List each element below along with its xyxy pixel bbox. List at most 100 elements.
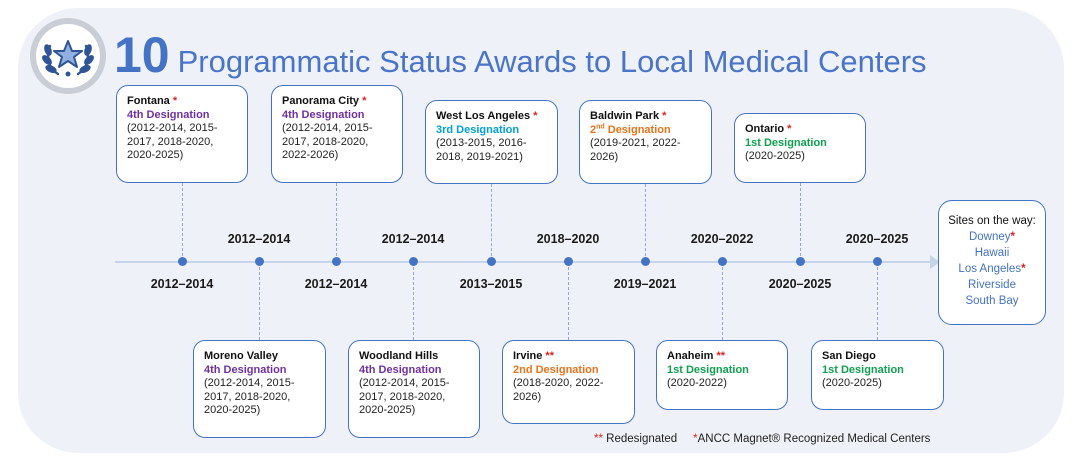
connector-line: [259, 262, 260, 340]
card-designation: 4th Designation: [204, 363, 287, 376]
connector-line: [182, 183, 183, 261]
card-name: Ontario: [745, 123, 785, 135]
card-years: (2020-2025): [745, 150, 805, 162]
card-name: Woodland Hills: [359, 350, 439, 362]
timeline-dot: [254, 257, 264, 266]
card-name: Panorama City: [282, 95, 360, 107]
timeline-dot: [486, 257, 496, 266]
site-label: Hawaii: [974, 247, 1010, 259]
magnet-mark: **: [542, 350, 554, 362]
laurel-star-icon: [36, 24, 100, 88]
card-title-row: Moreno Valley: [204, 350, 315, 364]
site-item: Los Angeles*: [939, 261, 1045, 277]
site-label: South Bay: [965, 295, 1019, 307]
magnet-mark: *: [530, 110, 538, 122]
bottom-card-3: Irvine ** 2nd Designation (2018-2020, 2022…: [502, 340, 635, 424]
bottom-card-5: San Diego 1st Designation (2020-2025): [811, 340, 944, 410]
date-label-above: 2012–2014: [381, 232, 445, 246]
card-title-row: Fontana *: [127, 95, 237, 109]
card-designation: 1st Designation: [822, 363, 904, 376]
site-item: Downey*: [939, 229, 1045, 245]
card-name: West Los Angeles: [436, 110, 531, 122]
connector-line: [800, 183, 801, 261]
card-years: (2012-2014, 2015-2017, 2018-2020, 2020-2…: [204, 377, 295, 416]
designation-rest: Designation: [604, 123, 671, 136]
card-title-row: Woodland Hills: [359, 350, 469, 364]
timeline-dot: [408, 257, 418, 266]
card-title-row: San Diego: [822, 350, 933, 364]
site-item: Hawaii: [939, 245, 1045, 261]
card-title-row: Ontario *: [745, 123, 855, 137]
card-title-row: Panorama City *: [282, 95, 392, 109]
magnet-mark: *: [784, 123, 792, 135]
card-designation: 4th Designation: [127, 108, 210, 121]
top-card-3: West Los Angeles * 3rd Designation (2013-2…: [425, 100, 558, 184]
card-name: Fontana: [127, 95, 170, 107]
site-label: Riverside: [968, 279, 1016, 291]
magnet-mark: *: [169, 95, 178, 107]
card-name: Baldwin Park: [590, 110, 660, 122]
sites-title: Sites on the way:: [948, 215, 1036, 227]
magnet-mark: *: [1010, 231, 1016, 243]
magnet-mark: *: [1021, 263, 1026, 275]
legend-magnet-label: ANCC Magnet® Recognized Medical Centers: [697, 433, 931, 445]
card-designation: 1st Designation: [667, 363, 749, 376]
card-designation: 4th Designation: [359, 363, 442, 376]
card-years: (2013-2015, 2016-2018, 2019-2021): [436, 137, 527, 163]
site-item: South Bay: [939, 293, 1045, 309]
date-label-below: 2012–2014: [150, 277, 214, 291]
timeline-dot: [717, 257, 727, 266]
designation-suffix: nd: [596, 122, 605, 130]
card-years: (2012-2014, 2015-2017, 2018-2020, 2022-2…: [282, 122, 373, 161]
site-item: Riverside: [939, 277, 1045, 293]
bottom-card-4: Anaheim ** 1st Designation (2020-2022): [656, 340, 788, 410]
card-designation: 3rd Designation: [436, 123, 520, 136]
connector-line: [722, 262, 723, 340]
card-title-row: Irvine **: [513, 350, 624, 364]
card-name: San Diego: [822, 350, 876, 362]
timeline-line: [115, 261, 935, 263]
card-designation: 2nd Designation: [590, 122, 701, 138]
date-label-below: 2012–2014: [304, 277, 368, 291]
card-years: (2012-2014, 2015-2017, 2018-2020, 2020-2…: [127, 122, 218, 161]
date-label-below: 2019–2021: [613, 277, 677, 291]
top-card-5: Ontario * 1st Designation (2020-2025): [734, 113, 866, 183]
award-badge: [30, 18, 106, 94]
top-card-2: Panorama City * 4th Designation (2012-2014…: [271, 85, 403, 183]
page-title: 10 Programmatic Status Awards to Local Me…: [114, 26, 927, 86]
magnet-mark: *: [359, 95, 367, 107]
timeline-dot: [872, 257, 882, 266]
connector-line: [645, 184, 646, 261]
card-title-row: Anaheim **: [667, 350, 777, 364]
card-years: (2020-2022): [667, 377, 727, 389]
card-designation: 2nd Designation: [513, 363, 599, 376]
bottom-card-2: Woodland Hills 4th Designation (2012-2014,…: [348, 340, 480, 438]
magnet-mark: *: [659, 110, 667, 122]
connector-line: [336, 183, 337, 261]
date-label-above: 2012–2014: [227, 232, 291, 246]
date-label-above: 2020–2022: [690, 232, 754, 246]
card-years: (2018-2020, 2022-2026): [513, 377, 604, 403]
date-label-below: 2020–2025: [768, 277, 832, 291]
title-number: 10: [114, 27, 170, 83]
legend: ** Redesignated *ANCC Magnet® Recognized…: [594, 433, 930, 445]
card-years: (2019-2021, 2022-2026): [590, 137, 681, 163]
top-card-1: Fontana * 4th Designation (2012-2014, 2015…: [116, 85, 248, 183]
legend-redesignated-mark: **: [594, 433, 603, 445]
card-designation: 4th Designation: [282, 108, 365, 121]
timeline-dot: [177, 257, 187, 266]
date-label-below: 2013–2015: [459, 277, 523, 291]
legend-redesignated-label: Redesignated: [606, 433, 678, 445]
date-label-above: 2018–2020: [536, 232, 600, 246]
timeline-dot: [331, 257, 341, 266]
sites-on-the-way-box: Sites on the way: Downey* Hawaii Los Angel…: [938, 200, 1046, 325]
card-name: Moreno Valley: [204, 350, 278, 362]
connector-line: [413, 262, 414, 340]
card-title-row: Baldwin Park *: [590, 110, 701, 124]
connector-line: [491, 184, 492, 261]
card-years: (2012-2014, 2015-2017, 2018-2020, 2020-2…: [359, 377, 450, 416]
top-card-4: Baldwin Park * 2nd Designation (2019-2021,…: [579, 100, 712, 184]
timeline-dot: [795, 257, 805, 266]
timeline-dot: [563, 257, 573, 266]
date-label-above: 2020–2025: [845, 232, 909, 246]
